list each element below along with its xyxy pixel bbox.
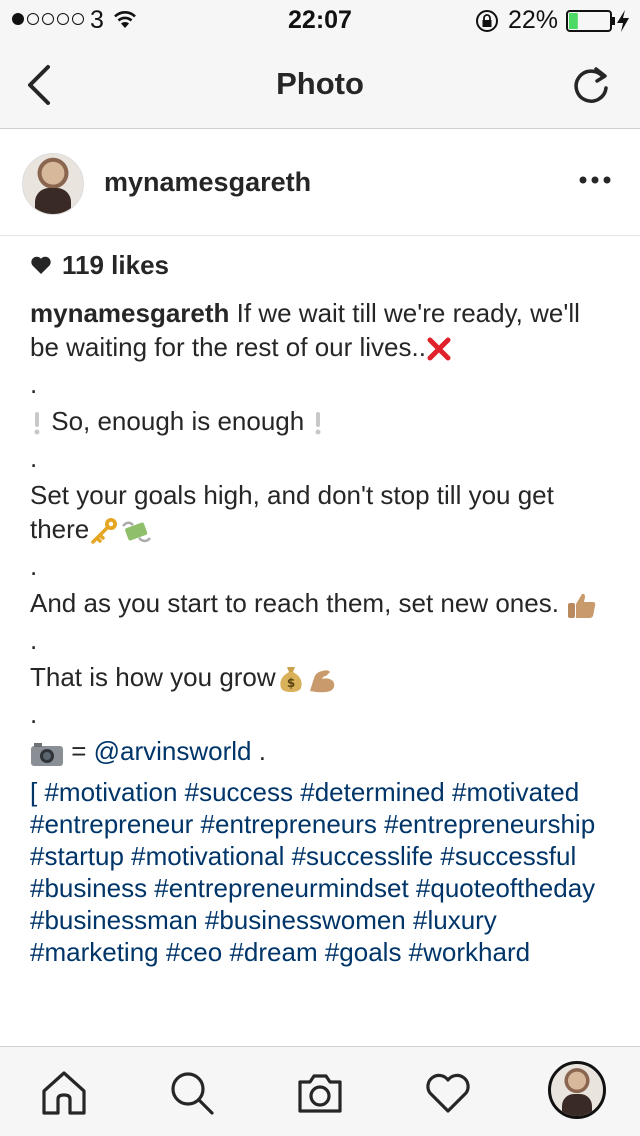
navigation-bar: Photo	[0, 40, 640, 129]
search-icon[interactable]	[166, 1067, 218, 1119]
more-dots-icon[interactable]	[578, 173, 612, 187]
home-icon[interactable]	[38, 1067, 90, 1119]
money-with-wings-icon	[122, 521, 152, 543]
caption-line-3: Set your goals high, and don't stop till…	[30, 478, 610, 546]
screen: 3 22:07 22% Photo mynamesgareth 119 like…	[0, 0, 640, 1136]
dot-separator: .	[30, 369, 38, 399]
flexed-biceps-icon	[309, 670, 334, 693]
charging-bolt-icon	[617, 10, 629, 32]
svg-text:$: $	[286, 676, 294, 690]
avatar[interactable]	[22, 153, 84, 215]
photo-credit-mention[interactable]: @arvinsworld	[94, 736, 252, 766]
refresh-icon[interactable]	[572, 64, 612, 106]
status-bar: 3 22:07 22%	[0, 0, 640, 40]
caption-line-1: mynamesgareth If we wait till we're read…	[30, 296, 610, 364]
caption-text-5: That is how you grow	[30, 662, 276, 693]
likes-row[interactable]: 119 likes	[30, 250, 610, 280]
caption: mynamesgareth If we wait till we're read…	[30, 296, 610, 968]
photo-credit-line: = @arvinsworld .	[30, 734, 610, 768]
thumbs-up-icon	[568, 594, 596, 619]
photo-credit-prefix: =	[64, 736, 94, 767]
money-bag-icon: $	[280, 667, 302, 693]
profile-avatar[interactable]	[548, 1061, 606, 1119]
caption-line-5: That is how you grow $	[30, 660, 610, 694]
photo-credit-suffix: .	[251, 736, 266, 767]
dot-separator: .	[30, 551, 38, 582]
key-icon	[91, 518, 118, 544]
cross-mark-icon	[427, 337, 451, 361]
camera-emoji-icon	[31, 742, 63, 766]
caption-line-4: And as you start to reach them, set new …	[30, 586, 610, 620]
hashtags[interactable]: [ #motivation #success #determined #moti…	[30, 776, 610, 968]
dot-separator: .	[30, 443, 38, 473]
battery-icon	[566, 10, 615, 32]
dot-separator: .	[30, 699, 38, 730]
page-title: Photo	[276, 66, 364, 101]
camera-icon[interactable]	[294, 1067, 346, 1119]
exclamation-icon	[315, 412, 321, 435]
likes-count: 119 likes	[62, 249, 169, 280]
post-content: 119 likes mynamesgareth If we wait till …	[30, 250, 610, 968]
caption-text-2: So, enough is enough	[44, 406, 312, 436]
tab-bar	[0, 1046, 640, 1136]
caption-line-2: So, enough is enough	[30, 404, 610, 438]
post-username[interactable]: mynamesgareth	[104, 167, 311, 198]
battery-percent: 22%	[508, 6, 559, 34]
rotation-lock-icon	[476, 10, 498, 32]
post-header: mynamesgareth	[0, 129, 640, 236]
caption-author[interactable]: mynamesgareth	[30, 298, 229, 328]
heart-icon[interactable]	[422, 1067, 474, 1119]
exclamation-icon	[34, 412, 40, 435]
dot-separator: .	[30, 625, 38, 656]
caption-text-4: And as you start to reach them, set new …	[30, 588, 567, 619]
heart-filled-icon	[31, 256, 51, 274]
